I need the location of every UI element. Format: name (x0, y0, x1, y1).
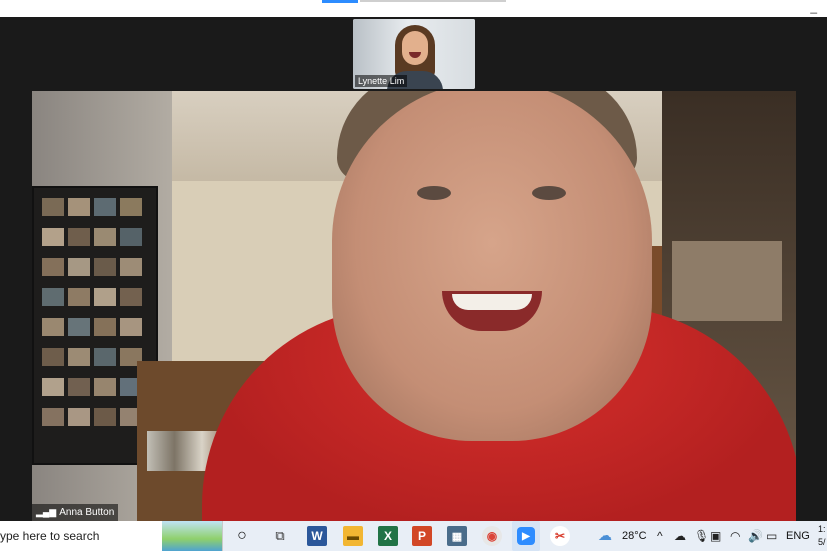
participant-name-label: Lynette Lim (355, 75, 408, 87)
show-hidden-icons-chevron-icon[interactable]: ^ (657, 529, 663, 543)
search-highlight-image (162, 521, 222, 551)
active-speaker-video[interactable]: ▂▄▆ Anna Button (32, 91, 796, 521)
excel-icon[interactable]: X (378, 526, 398, 546)
windows-taskbar: ype here to search ○ ⧉ W ▬ X P ▦ ◉ ▶ ✂ ☁… (0, 521, 827, 551)
taskbar-search-box[interactable]: ype here to search (0, 521, 223, 551)
cortana-icon[interactable]: ○ (232, 526, 252, 546)
microphone-icon[interactable]: 🎙 (694, 529, 709, 543)
powerpoint-icon[interactable]: P (412, 526, 432, 546)
word-icon[interactable]: W (307, 526, 327, 546)
signal-strength-icon: ▂▄▆ (36, 507, 57, 517)
speaker-volume-icon[interactable]: 🔊 (748, 529, 763, 543)
view-indicator[interactable] (360, 0, 506, 2)
task-view-icon[interactable]: ⧉ (270, 526, 290, 546)
meet-now-icon[interactable]: ▣ (710, 529, 721, 543)
weather-icon[interactable]: ☁ (598, 527, 612, 544)
weather-temperature[interactable]: 28°C (622, 530, 647, 542)
view-indicator-active[interactable] (322, 0, 358, 3)
zoom-top-bar: _ (0, 0, 827, 17)
participant-thumbnail[interactable]: Lynette Lim (353, 19, 475, 89)
minimize-button[interactable]: _ (810, 1, 817, 13)
input-language[interactable]: ENG (786, 530, 810, 542)
file-explorer-icon[interactable]: ▬ (343, 526, 363, 546)
zoom-taskbar-button[interactable]: ▶ (512, 521, 540, 551)
calculator-icon[interactable]: ▦ (447, 526, 467, 546)
snipping-tool-icon[interactable]: ✂ (550, 526, 570, 546)
zoom-icon: ▶ (517, 527, 535, 545)
onedrive-icon[interactable]: ☁ (674, 529, 686, 543)
speaker-name-label: ▂▄▆ Anna Button (32, 504, 119, 521)
clock-time[interactable]: 1: (818, 524, 826, 534)
clock-date[interactable]: 5/ (818, 537, 826, 547)
battery-icon[interactable]: ▭ (766, 529, 777, 543)
chrome-icon[interactable]: ◉ (482, 526, 502, 546)
search-placeholder: ype here to search (0, 529, 100, 543)
speaker-face (332, 91, 652, 441)
wifi-icon[interactable]: ◠ (730, 529, 740, 543)
